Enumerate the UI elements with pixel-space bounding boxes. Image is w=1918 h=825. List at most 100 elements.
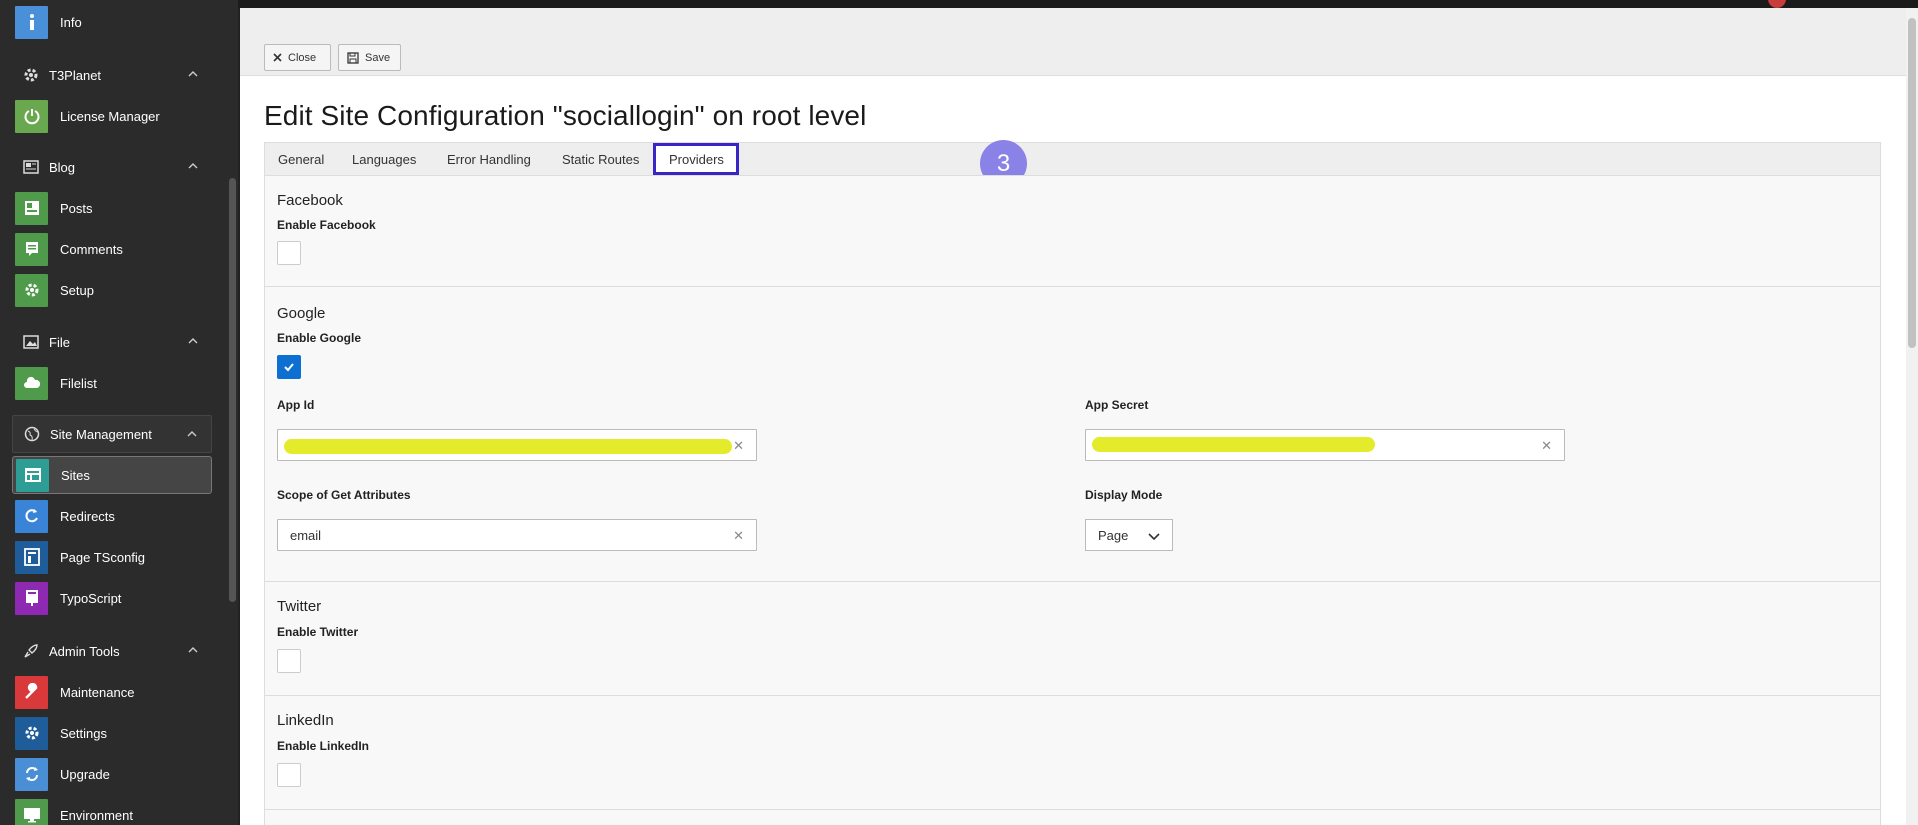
sidebar-group-admin-tools[interactable]: Admin Tools bbox=[12, 632, 212, 670]
page-config-icon bbox=[15, 540, 48, 574]
doc-header: Close Save bbox=[240, 8, 1906, 76]
enable-twitter-checkbox[interactable] bbox=[277, 649, 301, 673]
sidebar-group-site-management[interactable]: Site Management bbox=[12, 415, 212, 453]
tab-error-handling[interactable]: Error Handling bbox=[434, 143, 544, 175]
enable-google-checkbox[interactable] bbox=[277, 355, 301, 379]
refresh-icon bbox=[15, 757, 48, 791]
sidebar-group-label: Site Management bbox=[50, 426, 152, 442]
display-mode-select[interactable]: Page bbox=[1085, 519, 1173, 551]
sites-icon bbox=[16, 458, 49, 492]
sidebar-scrollbar[interactable] bbox=[229, 178, 236, 602]
sidebar-item-upgrade[interactable]: Upgrade bbox=[12, 755, 212, 793]
field-label: Display Mode bbox=[1085, 488, 1163, 502]
power-icon bbox=[15, 99, 48, 133]
sidebar-item-sites[interactable]: Sites bbox=[12, 456, 212, 494]
field-label: Enable Facebook bbox=[277, 218, 376, 232]
module-sidebar: Info T3Planet License Manager Blog Posts bbox=[0, 0, 238, 825]
sidebar-group-t3planet[interactable]: T3Planet bbox=[12, 56, 212, 94]
sidebar-item-label: Settings bbox=[60, 725, 107, 741]
info-icon bbox=[15, 5, 48, 39]
field-label: App Secret bbox=[1085, 398, 1149, 412]
scrollbar-thumb[interactable] bbox=[1908, 18, 1916, 348]
clear-icon[interactable]: ✕ bbox=[733, 438, 744, 454]
sidebar-item-comments[interactable]: Comments bbox=[12, 230, 212, 268]
sidebar-item-info[interactable]: Info bbox=[12, 3, 212, 41]
gear-icon bbox=[15, 716, 48, 750]
page-title: Edit Site Configuration "sociallogin" on… bbox=[264, 100, 867, 131]
sidebar-group-blog[interactable]: Blog bbox=[12, 148, 212, 186]
sidebar-item-license-manager[interactable]: License Manager bbox=[12, 97, 212, 135]
tab-static-routes[interactable]: Static Routes bbox=[549, 143, 652, 175]
save-button[interactable]: Save bbox=[338, 44, 401, 71]
chevron-up-icon bbox=[188, 338, 198, 344]
sidebar-item-label: Environment bbox=[60, 807, 133, 823]
chevron-up-icon bbox=[187, 431, 197, 437]
section-heading: Twitter bbox=[277, 598, 322, 615]
sidebar-group-file[interactable]: File bbox=[12, 323, 212, 361]
comment-icon bbox=[15, 232, 48, 266]
field-label: Scope of Get Attributes bbox=[277, 488, 411, 502]
sidebar-item-page-tsconfig[interactable]: Page TSconfig bbox=[12, 538, 212, 576]
sidebar-item-redirects[interactable]: Redirects bbox=[12, 497, 212, 535]
redacted-value bbox=[1092, 437, 1375, 452]
enable-linkedin-checkbox[interactable] bbox=[277, 763, 301, 787]
close-icon bbox=[273, 53, 282, 62]
clear-icon[interactable]: ✕ bbox=[1541, 438, 1552, 454]
sidebar-item-label: TypoScript bbox=[60, 590, 122, 606]
providers-panel: Facebook Enable Facebook Google Enable G… bbox=[264, 175, 1881, 825]
save-icon bbox=[347, 51, 359, 64]
tab-providers[interactable]: Providers bbox=[653, 143, 739, 175]
gear-icon bbox=[15, 273, 48, 307]
top-toolbar bbox=[238, 0, 1918, 8]
chevron-down-icon bbox=[1148, 533, 1160, 541]
tab-bar: General Languages Error Handling Static … bbox=[264, 142, 1881, 175]
sidebar-item-label: Sites bbox=[61, 467, 90, 483]
field-label: Enable LinkedIn bbox=[277, 739, 370, 753]
app-id-input[interactable]: ✕ bbox=[277, 429, 757, 461]
sidebar-item-label: Setup bbox=[60, 282, 94, 298]
section-heading: LinkedIn bbox=[277, 712, 334, 729]
close-button-label: Close bbox=[288, 51, 317, 64]
sidebar-item-label: Upgrade bbox=[60, 766, 110, 782]
sidebar-group-label: T3Planet bbox=[49, 67, 102, 83]
redirect-icon bbox=[15, 499, 48, 533]
redacted-value bbox=[284, 439, 732, 454]
tab-languages[interactable]: Languages bbox=[339, 143, 429, 175]
sidebar-item-label: Maintenance bbox=[60, 684, 135, 700]
sidebar-item-label: Redirects bbox=[60, 508, 115, 524]
section-heading: Google bbox=[277, 305, 326, 322]
sidebar-item-label: Posts bbox=[60, 200, 93, 216]
sidebar-item-filelist[interactable]: Filelist bbox=[12, 364, 212, 402]
sidebar-item-typoscript[interactable]: TypoScript bbox=[12, 579, 212, 617]
sidebar-item-maintenance[interactable]: Maintenance bbox=[12, 673, 212, 711]
chevron-up-icon bbox=[188, 647, 198, 653]
sidebar-group-label: Admin Tools bbox=[49, 643, 120, 659]
rocket-icon bbox=[12, 643, 49, 659]
globe-icon bbox=[13, 426, 50, 442]
display-mode-value: Page bbox=[1098, 527, 1129, 543]
clear-icon[interactable]: ✕ bbox=[733, 528, 744, 544]
notification-badge[interactable] bbox=[1768, 0, 1786, 8]
content-scrollbar[interactable] bbox=[1906, 8, 1918, 825]
tab-general[interactable]: General bbox=[265, 143, 337, 175]
typoscript-icon bbox=[15, 581, 48, 615]
app-secret-input[interactable]: ✕ bbox=[1085, 429, 1565, 461]
save-button-label: Save bbox=[365, 51, 391, 64]
sidebar-item-label: Page TSconfig bbox=[60, 549, 146, 565]
chevron-up-icon bbox=[188, 163, 198, 169]
close-button[interactable]: Close bbox=[264, 44, 331, 71]
chevron-up-icon bbox=[188, 71, 198, 77]
sidebar-item-environment[interactable]: Environment bbox=[12, 796, 212, 825]
provider-section-twitter: Twitter Enable Twitter bbox=[265, 582, 1880, 696]
sidebar-item-label: License Manager bbox=[60, 108, 160, 124]
sidebar-item-settings[interactable]: Settings bbox=[12, 714, 212, 752]
wrench-icon bbox=[15, 675, 48, 709]
sidebar-item-posts[interactable]: Posts bbox=[12, 189, 212, 227]
section-heading: Facebook bbox=[277, 192, 343, 209]
sidebar-group-label: Blog bbox=[49, 159, 76, 175]
scope-input[interactable]: email ✕ bbox=[277, 519, 757, 551]
sidebar-item-setup[interactable]: Setup bbox=[12, 271, 212, 309]
enable-facebook-checkbox[interactable] bbox=[277, 241, 301, 265]
field-label: App Id bbox=[277, 398, 315, 412]
monitor-icon bbox=[15, 798, 48, 825]
